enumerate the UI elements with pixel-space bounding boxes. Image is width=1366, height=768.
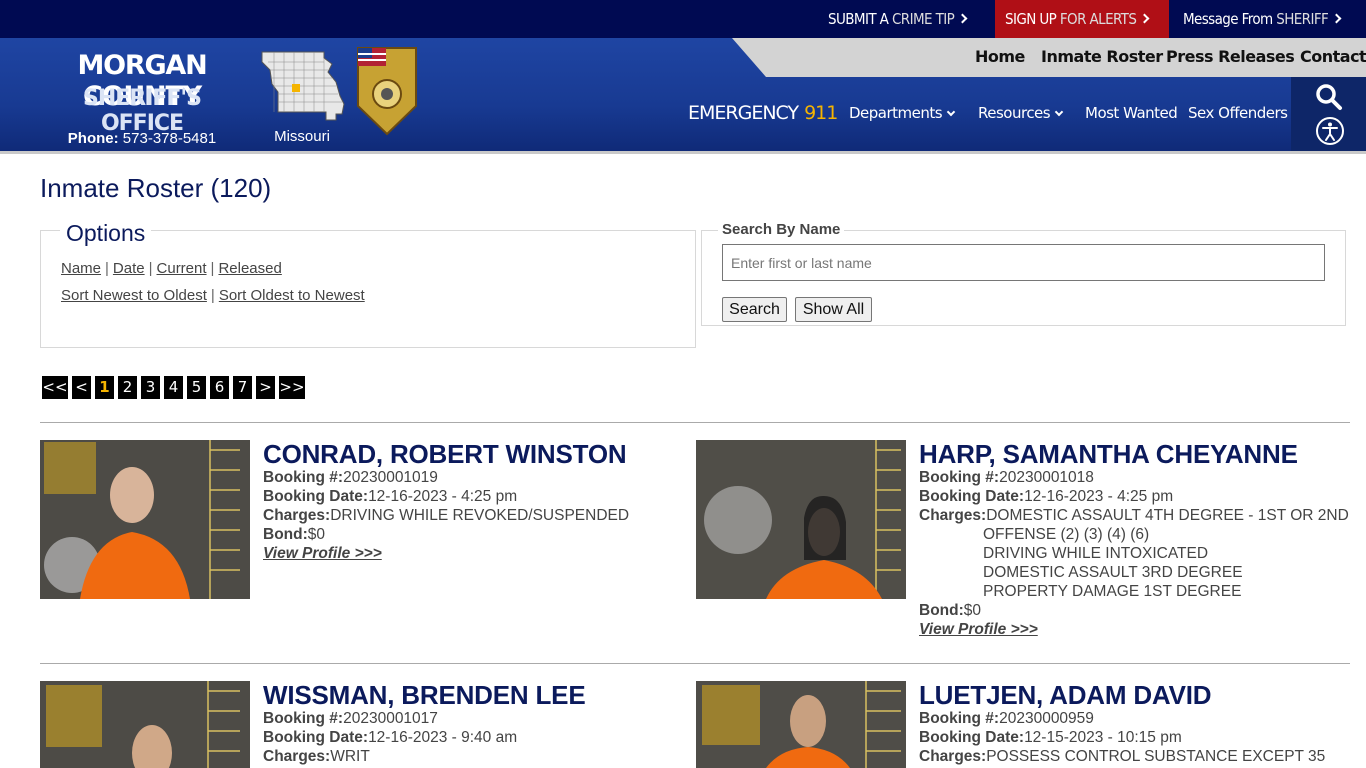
charges: Charges:DOMESTIC ASSAULT 4TH DEGREE - 1S…	[919, 507, 1349, 524]
page-7[interactable]: 7	[233, 376, 252, 399]
crime-tip-highlight: CRIME TIP	[891, 10, 955, 28]
message-highlight: SHERIFF	[1276, 10, 1329, 28]
nav-most-wanted[interactable]: Most Wanted	[1085, 104, 1178, 122]
mugshot-placeholder-icon	[40, 440, 250, 599]
inmate-name[interactable]: HARP, SAMANTHA CHEYANNE	[919, 439, 1298, 470]
charges-line: OFFENSE (2) (3) (4) (6)	[983, 526, 1150, 543]
booking-date: Booking Date:12-16-2023 - 4:25 pm	[919, 488, 1174, 505]
chevron-down-icon	[946, 107, 956, 117]
page-4[interactable]: 4	[164, 376, 183, 399]
sort-order-links: Sort Newest to Oldest | Sort Oldest to New…	[61, 287, 365, 304]
bond: Bond:$0	[263, 526, 326, 543]
phone-contact[interactable]: Phone: 573-378-5481	[40, 130, 244, 147]
brand-subtitle[interactable]: SHERIFF'S OFFICE	[40, 86, 244, 136]
nav-press-releases[interactable]: Press Releases	[1166, 47, 1295, 66]
nav-departments-label: Departments	[849, 104, 943, 122]
page-first[interactable]: <<	[42, 376, 68, 399]
view-profile-link[interactable]: View Profile >>>	[263, 545, 382, 563]
sheriff-message-link[interactable]: Message From SHERIFF	[1183, 0, 1342, 38]
bond: Bond:$0	[919, 602, 982, 619]
emergency-number[interactable]: EMERGENCY 911	[688, 102, 838, 124]
sort-newest-link[interactable]: Sort Newest to Oldest	[61, 287, 207, 304]
page-3[interactable]: 3	[141, 376, 160, 399]
emergency-digits: 911	[804, 102, 838, 124]
name-search-input[interactable]	[722, 244, 1325, 281]
sheriff-badge-logo	[357, 47, 417, 136]
mugshot-placeholder-icon	[40, 681, 250, 768]
site-header: MORGAN COUNTY SHERIFF'S OFFICE Phone: 57…	[0, 38, 1366, 151]
charges-line: DOMESTIC ASSAULT 3RD DEGREE	[983, 564, 1243, 581]
phone-label: Phone:	[67, 130, 119, 147]
search-icon[interactable]	[1315, 83, 1343, 111]
options-legend: Options	[60, 220, 152, 247]
charges: Charges:DRIVING WHILE REVOKED/SUSPENDED	[263, 507, 630, 524]
divider	[40, 422, 1350, 423]
booking-number: Booking #:20230000959	[919, 710, 1094, 727]
inmate-photo[interactable]	[696, 440, 906, 599]
inmate-name[interactable]: CONRAD, ROBERT WINSTON	[263, 439, 627, 470]
inmate-photo[interactable]	[696, 681, 906, 768]
page-6[interactable]: 6	[210, 376, 229, 399]
sort-name-link[interactable]: Name	[61, 260, 101, 277]
emergency-label: EMERGENCY	[688, 102, 799, 124]
page-title: Inmate Roster (120)	[40, 173, 272, 203]
inmate-name[interactable]: WISSMAN, BRENDEN LEE	[263, 680, 586, 711]
page-last[interactable]: >>	[279, 376, 305, 399]
sort-by-links: Name | Date | Current | Released	[61, 260, 282, 277]
nav-contact[interactable]: Contact	[1300, 47, 1366, 66]
booking-date: Booking Date:12-15-2023 - 10:15 pm	[919, 729, 1182, 746]
nav-departments[interactable]: Departments	[849, 104, 956, 122]
mugshot-placeholder-icon	[696, 440, 906, 599]
map-label: Missouri	[274, 128, 330, 145]
booking-number: Booking #:20230001017	[263, 710, 438, 727]
page-5[interactable]: 5	[187, 376, 206, 399]
inmate-photo[interactable]	[40, 440, 250, 599]
search-legend: Search By Name	[718, 221, 845, 238]
chevron-right-icon	[1139, 13, 1150, 24]
crime-tip-link[interactable]: SUBMIT A CRIME TIP	[828, 0, 968, 38]
nav-resources-label: Resources	[978, 104, 1051, 122]
nav-resources[interactable]: Resources	[978, 104, 1064, 122]
filter-released-link[interactable]: Released	[218, 260, 281, 277]
alerts-signup-link[interactable]: SIGN UP FOR ALERTS	[995, 0, 1169, 38]
booking-date: Booking Date:12-16-2023 - 4:25 pm	[263, 488, 518, 505]
chevron-right-icon	[1331, 13, 1342, 24]
booking-number: Booking #:20230001019	[263, 469, 438, 486]
inmate-name[interactable]: LUETJEN, ADAM DAVID	[919, 680, 1212, 711]
crime-tip-text: SUBMIT A	[828, 10, 892, 28]
alerts-text: SIGN UP	[1005, 10, 1060, 28]
header-tools	[1291, 77, 1366, 151]
nav-inmate-roster[interactable]: Inmate Roster	[1041, 47, 1163, 66]
page-2[interactable]: 2	[118, 376, 137, 399]
charges-line: PROPERTY DAMAGE 1ST DEGREE	[983, 583, 1242, 600]
show-all-button[interactable]: Show All	[795, 297, 872, 322]
filter-current-link[interactable]: Current	[157, 260, 207, 277]
divider	[40, 663, 1350, 664]
chevron-down-icon	[1054, 107, 1064, 117]
header-border	[0, 151, 1366, 154]
mugshot-placeholder-icon	[696, 681, 906, 768]
charges: Charges:POSSESS CONTROL SUBSTANCE EXCEPT…	[919, 748, 1326, 765]
view-profile-link[interactable]: View Profile >>>	[919, 621, 1038, 639]
sort-date-link[interactable]: Date	[113, 260, 145, 277]
nav-sex-offenders[interactable]: Sex Offenders	[1188, 104, 1288, 122]
message-text: Message From	[1183, 10, 1277, 28]
booking-date: Booking Date:12-16-2023 - 9:40 am	[263, 729, 518, 746]
nav-home[interactable]: Home	[975, 47, 1025, 66]
charges: Charges:WRIT	[263, 748, 370, 765]
phone-number: 573-378-5481	[118, 130, 217, 147]
page-prev[interactable]: <	[72, 376, 91, 399]
accessibility-icon[interactable]	[1315, 116, 1345, 146]
inmate-photo[interactable]	[40, 681, 250, 768]
page-1[interactable]: 1	[95, 376, 114, 399]
missouri-map-icon	[261, 51, 345, 121]
utility-bar: SUBMIT A CRIME TIP SIGN UP FOR ALERTS Me…	[0, 0, 1366, 38]
booking-number: Booking #:20230001018	[919, 469, 1094, 486]
alerts-highlight: FOR ALERTS	[1059, 10, 1137, 28]
charges-line: DRIVING WHILE INTOXICATED	[983, 545, 1209, 562]
search-button[interactable]: Search	[722, 297, 787, 322]
page-next[interactable]: >	[256, 376, 275, 399]
sort-oldest-link[interactable]: Sort Oldest to Newest	[219, 287, 365, 304]
chevron-right-icon	[957, 13, 968, 24]
